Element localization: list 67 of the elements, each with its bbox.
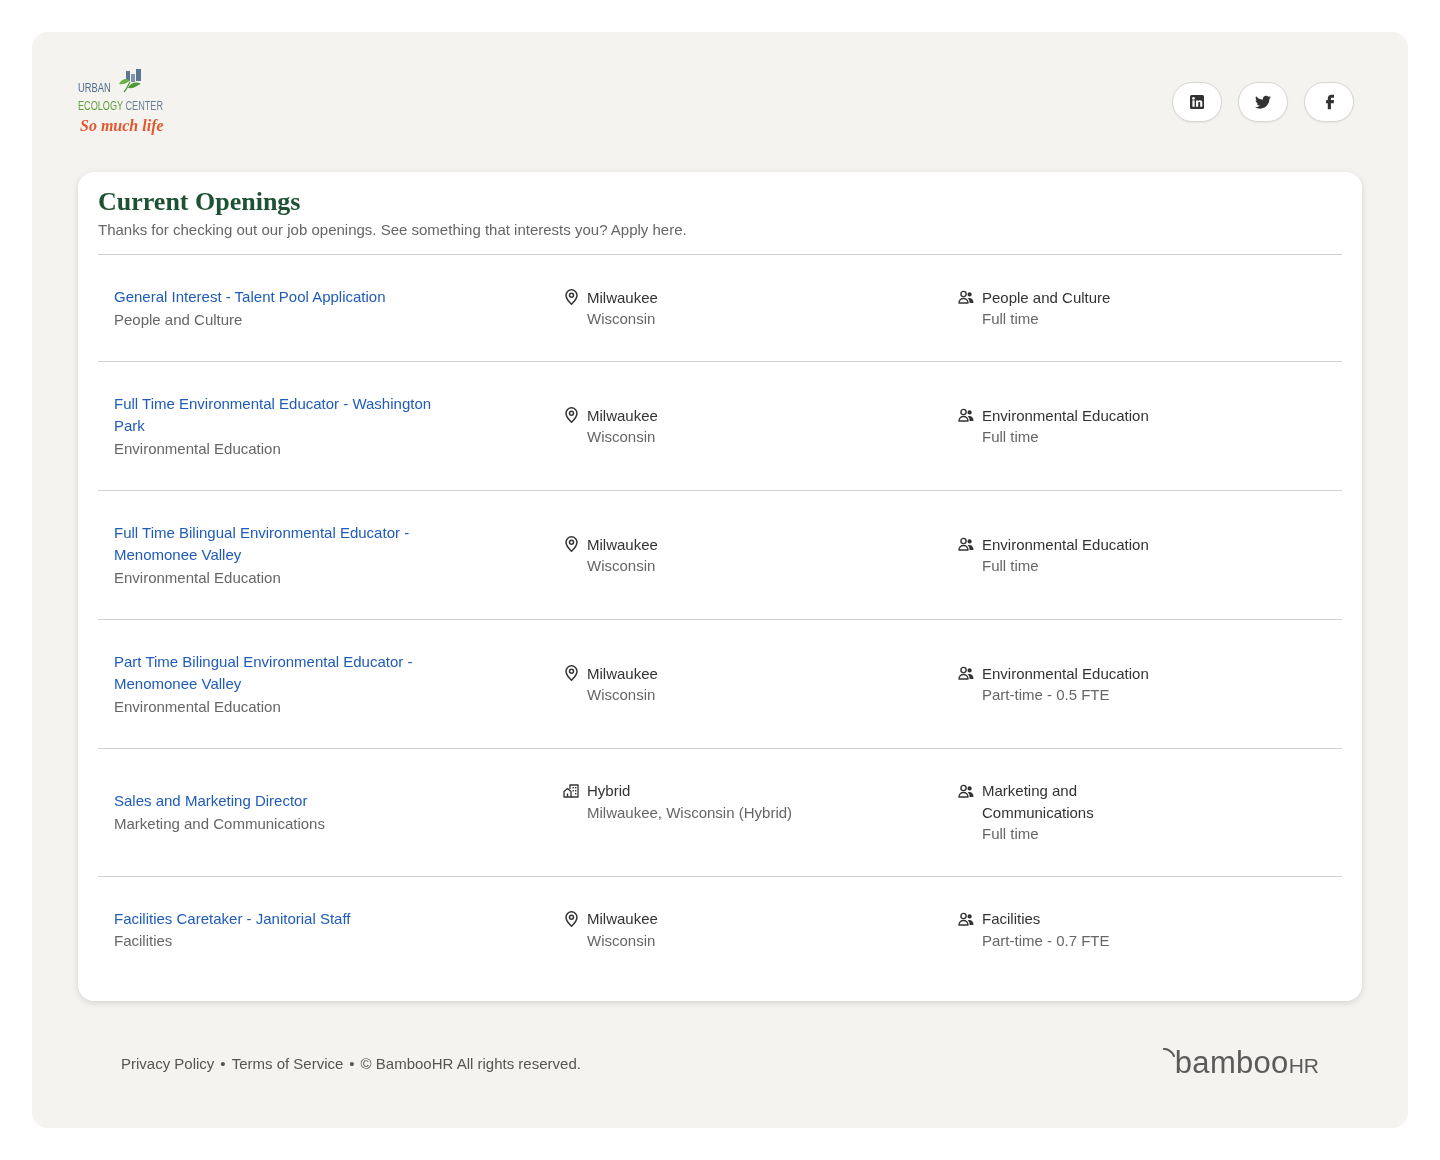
employment-type-text: Part-time - 0.7 FTE xyxy=(982,930,1110,951)
intro-text: Thanks for checking out our job openings. See something that interests you? Apply here. xyxy=(98,220,688,240)
job-title-link[interactable]: Sales and Marketing Director xyxy=(114,790,308,813)
team-text: People and Culture xyxy=(982,287,1111,308)
bullet-separator: • xyxy=(349,1054,355,1074)
team-text: Environmental Education xyxy=(982,534,1149,555)
location-pin-icon xyxy=(564,536,578,553)
people-icon xyxy=(958,290,974,305)
linkedin-icon xyxy=(1190,95,1204,109)
job-title-link[interactable]: Full Time Environmental Educator - Washington Park xyxy=(114,393,459,437)
location-text: Milwaukee xyxy=(587,534,658,555)
page-heading: Current Openings xyxy=(98,186,302,218)
team-text: Marketing and Communications xyxy=(982,781,1095,823)
location-pin-icon xyxy=(564,665,578,682)
copyright-text: © BambooHR All rights reserved. xyxy=(360,1054,581,1074)
social-link-button[interactable] xyxy=(1238,82,1288,122)
facebook-icon xyxy=(1324,94,1334,110)
location-pin-icon xyxy=(564,289,578,306)
bird-icon xyxy=(1255,95,1271,109)
location-detail-text: Wisconsin xyxy=(587,427,657,447)
people-icon xyxy=(958,666,974,681)
employment-type-text: Full time xyxy=(982,309,1040,329)
location-detail-text: Wisconsin xyxy=(587,930,657,951)
location-text: Hybrid xyxy=(587,781,632,801)
location-detail-text: Milwaukee, Wisconsin (Hybrid) xyxy=(587,802,793,823)
footer-link[interactable]: Privacy Policy xyxy=(121,1053,215,1076)
department-text: People and Culture xyxy=(114,309,244,330)
employment-type-text: Full time xyxy=(982,824,1040,844)
employment-type-text: Full time xyxy=(982,556,1040,576)
job-title-link[interactable]: General Interest - Talent Pool Application xyxy=(114,286,386,308)
department-text: Environmental Education xyxy=(114,438,282,459)
swoosh-icon xyxy=(1162,1047,1175,1057)
department-text: Marketing and Communications xyxy=(114,813,326,834)
department-text: Environmental Education xyxy=(114,696,282,717)
people-icon xyxy=(958,408,974,423)
brand-wordmark: bambooHR xyxy=(1174,1044,1319,1082)
team-text: Environmental Education xyxy=(982,663,1149,684)
location-text: Milwaukee xyxy=(587,287,658,308)
location-detail-text: Wisconsin xyxy=(587,685,657,705)
team-text: Environmental Education xyxy=(982,405,1149,426)
job-title-link[interactable]: Part Time Bilingual Environmental Educator - Menomonee Valley xyxy=(114,651,459,695)
logo-text: ECOLOGY CENTER xyxy=(78,99,163,112)
people-icon xyxy=(958,537,974,552)
footer-link[interactable]: Terms of Service xyxy=(231,1053,344,1076)
employment-type-text: Part-time - 0.5 FTE xyxy=(982,685,1111,705)
house-building-icon xyxy=(563,783,579,798)
location-text: Milwaukee xyxy=(587,663,658,684)
people-icon xyxy=(958,911,974,926)
employment-type-text: Full time xyxy=(982,427,1040,447)
location-text: Milwaukee xyxy=(587,909,658,929)
people-icon xyxy=(958,783,974,798)
social-link-button[interactable] xyxy=(1304,82,1354,122)
job-title-link[interactable]: Full Time Bilingual Environmental Educator - Menomonee Valley xyxy=(114,522,459,566)
logo-text: URBAN xyxy=(78,81,111,94)
logo-tagline: So much life xyxy=(80,116,164,137)
job-title-link[interactable]: Facilities Caretaker - Janitorial Staff xyxy=(114,907,351,930)
location-text: Milwaukee xyxy=(587,405,658,426)
location-detail-text: Wisconsin xyxy=(587,556,657,576)
location-pin-icon xyxy=(564,407,578,424)
department-text: Environmental Education xyxy=(114,567,282,588)
social-link-button[interactable] xyxy=(1172,82,1222,122)
bullet-separator: • xyxy=(220,1054,226,1074)
buildings-leaf-icon xyxy=(116,67,144,94)
location-detail-text: Wisconsin xyxy=(587,309,657,329)
location-pin-icon xyxy=(564,910,578,927)
department-text: Facilities xyxy=(114,931,174,951)
team-text: Facilities xyxy=(982,909,1042,929)
